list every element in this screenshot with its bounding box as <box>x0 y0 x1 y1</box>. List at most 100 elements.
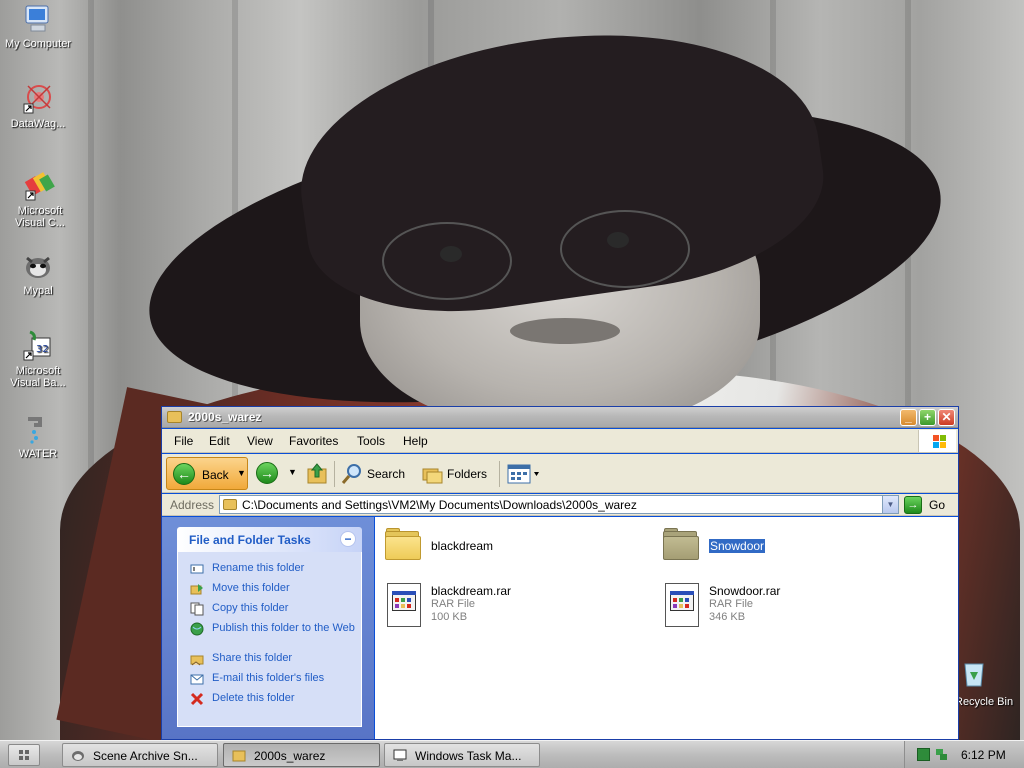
back-button[interactable]: ← Back ▼ <box>166 457 248 490</box>
system-tray: 6:12 PM <box>904 741 1024 768</box>
water-icon <box>28 417 42 444</box>
collapse-button[interactable]: − <box>340 531 356 547</box>
go-button[interactable]: → Go <box>904 496 956 514</box>
task-rename-folder[interactable]: Rename this folder <box>190 562 360 575</box>
task-delete-folder[interactable]: Delete this folder <box>190 692 360 706</box>
up-folder-button[interactable] <box>305 461 329 485</box>
taskbar-button-task-manager[interactable]: Windows Task Ma... <box>384 743 540 767</box>
go-arrow-icon: → <box>904 496 922 514</box>
delete-icon <box>190 692 204 706</box>
search-icon <box>341 464 361 484</box>
task-share-folder[interactable]: Share this folder <box>190 652 360 666</box>
desktop-icon-label: Microsoft Visual Ba... <box>10 365 66 389</box>
clock[interactable]: 6:12 PM <box>961 748 1006 762</box>
copy-icon <box>190 602 204 616</box>
desktop-icon-water[interactable]: WATER <box>0 413 76 460</box>
email-icon <box>190 674 204 685</box>
standard-toolbar: ← Back ▼ → ▼ Search Folders <box>162 454 958 493</box>
title-bar[interactable]: 2000s_warez _ + ✕ <box>162 407 958 428</box>
desktop-icon-recycle-bin[interactable]: Recycle Bin <box>955 656 1024 712</box>
window-title: 2000s_warez <box>188 410 262 424</box>
taskbar-button-label: Windows Task Ma... <box>415 749 522 763</box>
folder-icon <box>383 525 423 565</box>
maximize-button[interactable]: + <box>919 409 936 426</box>
desktop-icon-visual-c[interactable]: Microsoft Visual C... <box>2 170 78 229</box>
search-label: Search <box>367 467 406 481</box>
views-button[interactable] <box>506 462 542 486</box>
folder-icon <box>223 499 237 510</box>
start-button[interactable] <box>8 744 40 766</box>
file-list: blackdream Snowdoor blackdream.rar RAR F… <box>375 517 958 739</box>
task-copy-folder[interactable]: Copy this folder <box>190 602 360 616</box>
task-email-files[interactable]: E-mail this folder's files <box>190 672 360 685</box>
go-label: Go <box>929 498 946 512</box>
folder-icon <box>167 411 182 423</box>
file-item-snowdoor-rar[interactable]: Snowdoor.rar RAR File 346 KB <box>661 581 881 631</box>
recycle-bin-icon <box>964 663 984 687</box>
task-label: Share this folder <box>212 652 293 664</box>
desktop-icon-label: WATER <box>18 448 58 460</box>
address-input[interactable]: C:\Documents and Settings\VM2\My Documen… <box>219 495 899 514</box>
address-dropdown-button[interactable]: ▼ <box>882 496 898 513</box>
close-button[interactable]: ✕ <box>938 409 955 426</box>
desktop-icon-datawag[interactable]: DataWag... <box>0 83 76 130</box>
chevron-down-icon: ▼ <box>237 468 246 478</box>
back-label: Back <box>202 468 229 482</box>
task-label: E-mail this folder's files <box>212 672 325 684</box>
item-size: 100 KB <box>431 611 468 623</box>
folder-item-blackdream[interactable]: blackdream <box>383 525 603 575</box>
desktop-icon-label: My Computer <box>4 38 72 50</box>
task-move-folder[interactable]: Move this folder <box>190 582 360 595</box>
task-list: Rename this folder Move this folder Copy… <box>177 552 362 727</box>
item-type: RAR File <box>431 598 476 610</box>
recycle-bin-label: Recycle Bin <box>955 696 1014 708</box>
desktop-icon-mypal[interactable]: Mypal <box>0 250 76 297</box>
task-manager-icon <box>393 749 407 761</box>
item-name: blackdream <box>431 539 494 553</box>
item-name: Snowdoor <box>709 539 766 553</box>
taskbar-button-label: 2000s_warez <box>254 749 326 763</box>
minimize-button[interactable]: _ <box>900 409 917 426</box>
menu-view[interactable]: View <box>247 434 273 448</box>
folders-icon <box>422 468 443 484</box>
taskbar-button-label: Scene Archive Sn... <box>93 749 198 763</box>
menu-help[interactable]: Help <box>403 434 428 448</box>
task-publish-web[interactable]: Publish this folder to the Web <box>190 622 360 636</box>
visual-c-shortcut-icon <box>24 172 55 201</box>
share-icon <box>190 655 204 666</box>
tray-network-icon[interactable] <box>935 748 948 761</box>
task-label: Rename this folder <box>212 562 305 574</box>
address-label: Address <box>170 498 215 512</box>
task-group-header[interactable]: File and Folder Tasks − <box>177 527 362 552</box>
datawag-shortcut-icon <box>23 85 51 114</box>
address-bar: Address C:\Documents and Settings\VM2\My… <box>162 494 958 516</box>
item-size: 346 KB <box>709 611 746 623</box>
item-type: RAR File <box>709 598 754 610</box>
menu-edit[interactable]: Edit <box>209 434 230 448</box>
item-name: Snowdoor.rar <box>709 584 781 598</box>
task-pane: File and Folder Tasks − Rename this fold… <box>162 517 374 739</box>
tray-green-icon[interactable] <box>917 748 930 761</box>
desktop-icon-visual-basic[interactable]: 32 Microsoft Visual Ba... <box>0 330 76 389</box>
my-computer-icon <box>25 5 49 32</box>
publish-web-icon <box>190 622 204 636</box>
menu-file[interactable]: File <box>174 434 193 448</box>
file-item-blackdream-rar[interactable]: blackdream.rar RAR File 100 KB <box>383 581 603 631</box>
taskbar: Scene Archive Sn... 2000s_warez Windows … <box>0 740 1024 768</box>
forward-arrow-icon: → <box>256 462 278 484</box>
menu-tools[interactable]: Tools <box>357 434 385 448</box>
address-value: C:\Documents and Settings\VM2\My Documen… <box>242 498 637 512</box>
explorer-window: 2000s_warez _ + ✕ File Edit View Favorit… <box>161 406 959 740</box>
task-label: Publish this folder to the Web <box>212 622 355 634</box>
rar-file-icon <box>383 581 423 627</box>
folder-item-snowdoor[interactable]: Snowdoor <box>661 525 881 575</box>
mypal-icon <box>72 751 84 761</box>
folders-button[interactable]: Folders <box>421 463 495 485</box>
search-button[interactable]: Search <box>341 463 413 485</box>
taskbar-button-scene-archive[interactable]: Scene Archive Sn... <box>62 743 218 767</box>
menu-favorites[interactable]: Favorites <box>289 434 338 448</box>
forward-button[interactable]: → ▼ <box>256 462 297 486</box>
taskbar-button-2000s-warez[interactable]: 2000s_warez <box>223 743 380 767</box>
desktop-icon-label: DataWag... <box>10 118 66 130</box>
desktop-icon-my-computer[interactable]: My Computer <box>0 3 76 50</box>
